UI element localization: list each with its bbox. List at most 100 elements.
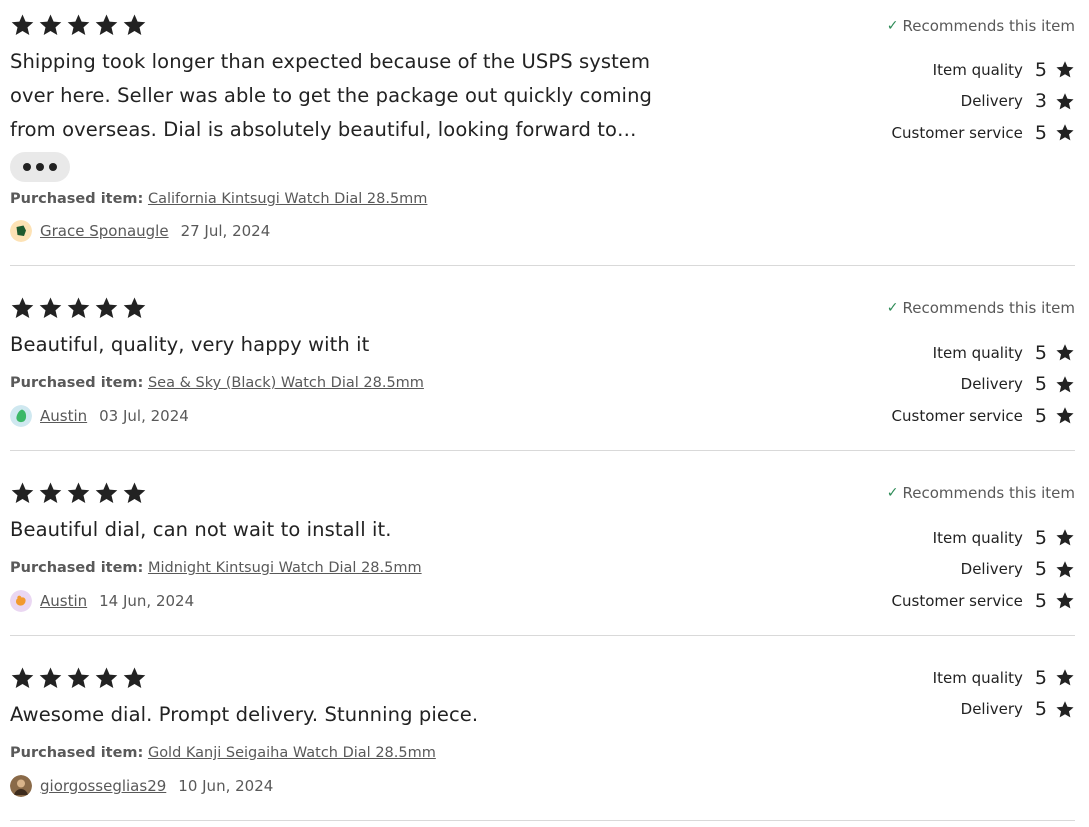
star-icon [1055, 60, 1075, 79]
review-date: 10 Jun, 2024 [178, 777, 274, 795]
star-icon [1055, 406, 1075, 425]
star-icon [1055, 528, 1075, 547]
rating-label: Customer service [891, 591, 1023, 610]
star-icon [1055, 700, 1075, 719]
star-icon [10, 296, 35, 320]
purchased-item: Purchased item: Midnight Kintsugi Watch … [10, 560, 422, 576]
rating-label: Customer service [891, 406, 1023, 425]
rating-value: 5 [1034, 373, 1047, 396]
review-stars [10, 296, 147, 320]
star-icon [122, 296, 147, 320]
rating-row: Delivery 5 [933, 694, 1075, 726]
rating-value: 5 [1034, 698, 1047, 721]
star-icon [94, 666, 119, 690]
star-icon [94, 481, 119, 505]
avatar[interactable] [10, 590, 32, 612]
rating-value: 5 [1034, 558, 1047, 581]
reviewer-info: Austin 03 Jul, 2024 [10, 405, 189, 427]
rating-breakdown: Item quality 5 Delivery 5 Customer servi… [892, 522, 1075, 617]
rating-value: 5 [1034, 666, 1047, 689]
star-icon [66, 296, 91, 320]
purchased-item-link[interactable]: Sea & Sky (Black) Watch Dial 28.5mm [148, 375, 424, 391]
rating-value: 5 [1034, 526, 1047, 549]
star-icon [94, 296, 119, 320]
star-icon [1055, 92, 1075, 111]
reviewer-info: giorgosseglias29 10 Jun, 2024 [10, 775, 273, 797]
star-icon [1055, 560, 1075, 579]
review-text: Awesome dial. Prompt delivery. Stunning … [10, 703, 479, 726]
review-text: Beautiful, quality, very happy with it [10, 333, 370, 356]
review-text: Beautiful dial, can not wait to install … [10, 518, 392, 541]
avatar[interactable] [10, 405, 32, 427]
more-dot [36, 163, 44, 171]
star-icon [66, 666, 91, 690]
recommends-label: Recommends this item [902, 484, 1076, 502]
star-icon [10, 13, 35, 37]
recommends-label: Recommends this item [902, 299, 1076, 317]
check-icon: ✓ [886, 18, 899, 34]
rating-breakdown: Item quality 5 Delivery 5 [933, 662, 1075, 725]
rating-row: Item quality 5 [933, 662, 1075, 694]
review-date: 27 Jul, 2024 [180, 222, 271, 240]
more-dot [23, 163, 31, 171]
star-icon [122, 13, 147, 37]
rating-label: Delivery [960, 560, 1023, 579]
star-icon [122, 666, 147, 690]
reviewer-name[interactable]: Austin [40, 592, 87, 610]
review-card: ✓ Recommends this item Beautiful dial, c… [10, 451, 1075, 636]
purchased-item: Purchased item: Sea & Sky (Black) Watch … [10, 375, 424, 391]
reviewer-name[interactable]: Grace Sponaugle [40, 222, 169, 240]
purchased-item-link[interactable]: California Kintsugi Watch Dial 28.5mm [148, 191, 427, 207]
star-icon [38, 13, 63, 37]
rating-value: 5 [1034, 589, 1047, 612]
purchased-item: Purchased item: Gold Kanji Seigaiha Watc… [10, 745, 436, 761]
review-date: 14 Jun, 2024 [99, 592, 195, 610]
rating-label: Delivery [960, 92, 1023, 111]
star-icon [1055, 123, 1075, 142]
rating-value: 5 [1034, 404, 1047, 427]
more-button[interactable] [10, 152, 70, 182]
recommends-badge: ✓ Recommends this item [887, 299, 1075, 317]
review-card: Awesome dial. Prompt delivery. Stunning … [10, 636, 1075, 821]
rating-label: Item quality [932, 343, 1023, 362]
avatar[interactable] [10, 775, 32, 797]
purchased-item-label: Purchased item: [10, 191, 144, 207]
star-icon [1055, 591, 1075, 610]
rating-row: Item quality 5 [892, 54, 1075, 86]
rating-value: 3 [1034, 90, 1047, 113]
star-icon [38, 666, 63, 690]
review-card: ✓ Recommends this item Shipping took lon… [10, 0, 1075, 266]
rating-row: Item quality 5 [892, 522, 1075, 554]
recommends-badge: ✓ Recommends this item [887, 17, 1075, 35]
reviewer-info: Grace Sponaugle 27 Jul, 2024 [10, 220, 270, 242]
review-stars [10, 481, 147, 505]
rating-row: Item quality 5 [892, 337, 1075, 369]
rating-label: Item quality [932, 668, 1023, 687]
reviewer-name[interactable]: Austin [40, 407, 87, 425]
rating-row: Delivery 5 [892, 554, 1075, 586]
star-icon [122, 481, 147, 505]
review-stars [10, 666, 147, 690]
rating-value: 5 [1034, 341, 1047, 364]
rating-value: 5 [1034, 121, 1047, 144]
purchased-item-link[interactable]: Gold Kanji Seigaiha Watch Dial 28.5mm [148, 745, 436, 761]
review-text: Shipping took longer than expected becau… [10, 50, 653, 141]
rating-label: Delivery [960, 375, 1023, 394]
reviewer-name[interactable]: giorgosseglias29 [40, 777, 166, 795]
review-card: ✓ Recommends this item Beautiful, qualit… [10, 266, 1075, 451]
purchased-item-label: Purchased item: [10, 745, 144, 761]
star-icon [1055, 375, 1075, 394]
check-icon: ✓ [886, 300, 899, 316]
star-icon [38, 296, 63, 320]
reviewer-info: Austin 14 Jun, 2024 [10, 590, 194, 612]
star-icon [1055, 668, 1075, 687]
purchased-item: Purchased item: California Kintsugi Watc… [10, 191, 427, 207]
star-icon [94, 13, 119, 37]
avatar[interactable] [10, 220, 32, 242]
rating-label: Item quality [932, 528, 1023, 547]
review-date: 03 Jul, 2024 [99, 407, 189, 425]
purchased-item-link[interactable]: Midnight Kintsugi Watch Dial 28.5mm [148, 560, 422, 576]
star-icon [1055, 343, 1075, 362]
more-dot [49, 163, 57, 171]
rating-label: Customer service [891, 123, 1023, 142]
